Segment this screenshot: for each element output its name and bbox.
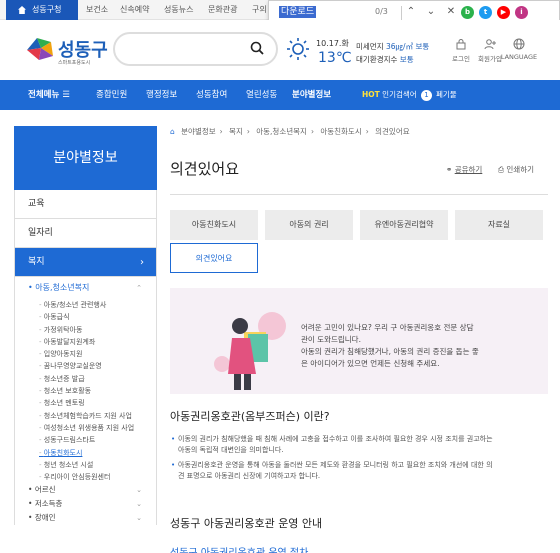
nav-open-seongdong[interactable]: 열린성동	[246, 80, 277, 110]
blog-icon[interactable]: b	[461, 6, 474, 19]
tab-uncrc[interactable]: 유엔아동권리협약	[360, 210, 448, 240]
sub-link-safe-center[interactable]: 우리아이 안심등원센터	[39, 471, 156, 483]
weather-temperature: 13℃	[318, 50, 352, 66]
section-heading-operation-guide: 성동구 아동권리옹호관 운영 안내	[170, 517, 323, 530]
tab-seongdong-office[interactable]: 성동구청	[6, 0, 78, 20]
share-button[interactable]: ⚭ 공유하기	[446, 164, 482, 175]
lock-icon	[456, 39, 466, 50]
sub-link-dev-account[interactable]: 아동발달지원계좌	[39, 336, 156, 348]
tab-seongdong-news[interactable]: 성동뉴스	[164, 0, 193, 20]
sub-link-child-friendly-city[interactable]: 아동친화도시	[39, 447, 156, 459]
counselor-illustration	[214, 312, 286, 390]
air-quality-info: 대기환경지수 보통	[356, 55, 414, 64]
bullet-item: 이동의 권리가 침해당했을 때 침해 사례에 고충을 접수하고 이를 조사하여 …	[171, 434, 538, 456]
find-match-count: 0/3	[375, 7, 388, 16]
find-previous-button[interactable]: ⌃	[403, 4, 419, 20]
breadcrumb-item[interactable]: 아동,청소년복지	[256, 127, 307, 136]
chevron-down-icon: ⌄	[136, 500, 142, 509]
search-icon[interactable]	[250, 41, 264, 55]
breadcrumb: ⌂ 분야별정보 › 복지 › 아동,청소년복지 › 아동친화도시 › 의견있어요	[170, 127, 410, 136]
sub-link-experience-card[interactable]: 청소년체험학습카드 지원 사업	[39, 410, 156, 422]
sidebar-group-low-income[interactable]: • 저소득층 ⌄	[15, 497, 156, 511]
sidebar-group-seniors[interactable]: • 어르신 ⌄	[15, 483, 156, 497]
user-add-icon	[484, 39, 496, 50]
section-heading-ombudsperson: 아동권리옹호관(옴부즈퍼슨) 이란?	[170, 410, 330, 423]
sub-link-youth-id[interactable]: 청소년증 발급	[39, 373, 156, 385]
sidebar-subgroup-youth-welfare[interactable]: • 아동,청소년복지 ⌃	[15, 277, 156, 299]
nav-civil-service[interactable]: 종합민원	[96, 80, 127, 110]
sub-link-child-meals[interactable]: 아동급식	[39, 311, 156, 323]
sun-icon	[287, 38, 309, 60]
tab-child-friendly-city[interactable]: 아동친화도시	[170, 210, 258, 240]
print-icon: ⎙	[498, 165, 504, 174]
sub-link-foster-care[interactable]: 가정위탁아동	[39, 324, 156, 336]
banner-text: 어려운 고민이 있나요? 우리 구 아동권리옹호 전문 상담 관이 도와드립니다…	[301, 323, 479, 368]
tab-child-rights[interactable]: 아동의 권리	[265, 210, 353, 240]
sidebar-group-disabled[interactable]: • 장애인 ⌄	[15, 511, 156, 525]
hot-keyword-item[interactable]: 1 폐기물	[421, 80, 457, 110]
tab-feedback[interactable]: 의견있어요	[170, 243, 258, 273]
chevron-down-icon: ⌄	[136, 514, 142, 523]
nav-field-info[interactable]: 분야별정보	[292, 80, 331, 110]
seongdong-logo-icon[interactable]	[25, 36, 55, 62]
youtube-icon[interactable]: ▶	[497, 6, 510, 19]
divider	[401, 6, 402, 20]
find-next-button[interactable]: ⌄	[423, 4, 439, 20]
sidebar-item-jobs[interactable]: 일자리	[15, 219, 156, 248]
fine-dust-info: 미세먼지 36㎍/㎥ 보통	[356, 42, 430, 51]
twitter-icon[interactable]: t	[479, 6, 492, 19]
nav-participation[interactable]: 성동참여	[196, 80, 227, 110]
tab-culture-tour[interactable]: 문화관광	[208, 0, 237, 20]
share-icon: ⚭	[446, 165, 453, 174]
find-close-button[interactable]: ✕	[443, 4, 459, 20]
weather-date: 10.17.화	[316, 39, 349, 48]
globe-icon	[513, 38, 525, 50]
home-icon	[18, 6, 26, 14]
sub-link-youth-protection[interactable]: 청소년 보호활동	[39, 385, 156, 397]
chevron-down-icon: ⌄	[136, 486, 142, 495]
language-link[interactable]: LANGUAGE	[499, 38, 539, 61]
breadcrumb-item[interactable]: 복지	[229, 127, 243, 136]
instagram-icon[interactable]: i	[515, 6, 528, 19]
sidebar: 분야별정보 교육 일자리 복지› • 아동,청소년복지⌃ 아동/청소년 관련행사…	[14, 126, 157, 526]
bullet-item: 아동권리옹호관 운영을 통해 아동을 둘러싼 모든 제도와 환경을 모니터링 하…	[171, 460, 538, 482]
breadcrumb-item: 의견있어요	[375, 127, 410, 136]
sidebar-title: 분야별정보	[14, 126, 157, 190]
sub-link-youth-events[interactable]: 아동/청소년 관련행사	[39, 299, 156, 311]
tab-health-center[interactable]: 보건소	[86, 0, 108, 20]
tab-resources[interactable]: 자료실	[455, 210, 543, 240]
menu-icon: ☰	[62, 90, 70, 100]
nav-admin-info[interactable]: 행정정보	[146, 80, 177, 110]
tab-quick-reservation[interactable]: 신속예약	[120, 0, 149, 20]
sub-link-youth-mentoring[interactable]: 청소년 멘토링	[39, 397, 156, 409]
sub-link-hygiene-support[interactable]: 여성청소년 위생용품 지원 사업	[39, 422, 156, 434]
breadcrumb-item[interactable]: 분야별정보	[181, 127, 216, 136]
home-icon[interactable]: ⌂	[170, 127, 175, 136]
sidebar-item-welfare[interactable]: 복지 ›	[15, 248, 156, 277]
breadcrumb-item[interactable]: 아동친화도시	[320, 127, 361, 136]
tab-gu-council[interactable]: 구의	[252, 0, 267, 20]
intro-banner: 어려운 고민이 있나요? 우리 구 아동권리옹호 전문 상담 관이 도와드립니다…	[170, 288, 548, 394]
page-title: 의견있어요	[170, 160, 240, 178]
hot-keywords-label: HOT 인기검색어	[362, 90, 417, 99]
chevron-up-icon: ⌃	[136, 284, 142, 292]
section-subheading-procedure: 성동구 아동권리옹호관 운영 절차	[170, 544, 308, 553]
sidebar-item-education[interactable]: 교육	[15, 190, 156, 219]
print-button[interactable]: ⎙ 인쇄하기	[498, 164, 534, 175]
find-query-input[interactable]: 다운로드	[279, 6, 317, 18]
sub-link-adoption[interactable]: 입양아동지원	[39, 348, 156, 360]
sub-link-youth-facilities[interactable]: 청년 청소년 시설	[39, 459, 156, 471]
logo-subtitle: 스마트포용도시	[58, 60, 91, 66]
all-menu-button[interactable]: 전체메뉴 ☰	[28, 80, 70, 110]
sub-link-nutrition-class[interactable]: 꿈나무영양교실운영	[39, 360, 156, 372]
chevron-right-icon: ›	[140, 257, 144, 268]
sub-link-dream-start[interactable]: 성동구드림스타트	[39, 434, 156, 446]
divider	[170, 194, 548, 195]
main-navigation: 전체메뉴 ☰ 종합민원 행정정보 성동참여 열린성동 분야별정보 HOT 인기검…	[0, 80, 560, 110]
